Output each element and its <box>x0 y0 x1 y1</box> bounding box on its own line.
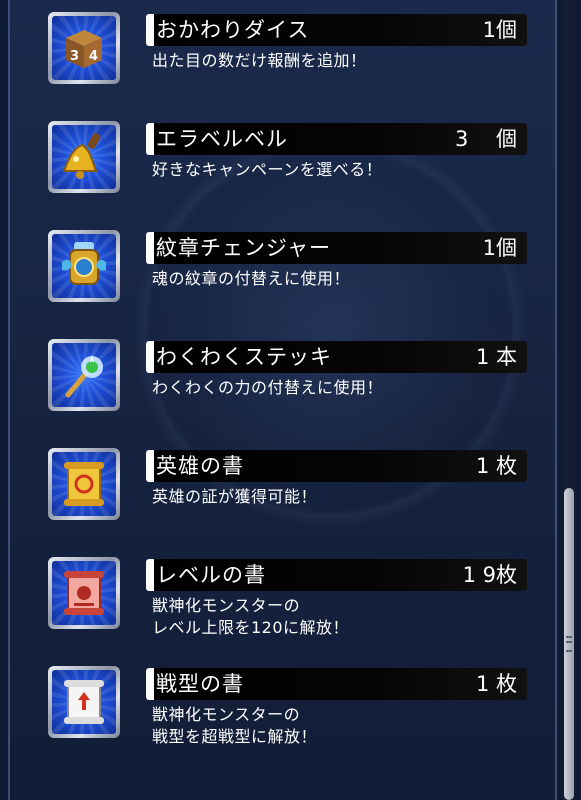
item-description: 出た目の数だけ報酬を追加！ <box>152 51 367 70</box>
wand-icon <box>52 343 116 407</box>
item-description: 英雄の証が獲得可能！ <box>152 487 318 506</box>
item-name-bar: 英雄の書 1 枚 <box>146 450 527 482</box>
item-icon-frame <box>48 448 120 520</box>
scrollbar-thumb[interactable] <box>564 488 574 800</box>
item-description: わくわくの力の付替えに使用！ <box>152 378 384 397</box>
item-description: 獣神化モンスターの レベル上限を120に解放！ <box>152 596 350 637</box>
item-count: 1 枚 <box>475 454 517 478</box>
bell-icon <box>52 125 116 189</box>
list-item-eiyuu-no-sho[interactable]: 英雄の書 1 枚 英雄の証が獲得可能！ <box>48 448 528 538</box>
item-description: 魂の紋章の付替えに使用！ <box>152 269 351 288</box>
list-item-erabel-bell[interactable]: エラベルベル 3 個 好きなキャンペーンを選べる！ <box>48 121 528 211</box>
list-item-okawari-dice[interactable]: 3 4 おかわりダイス 1個 出た目の数だけ報酬を追加！ <box>48 12 528 102</box>
list-item-level-no-sho[interactable]: レベルの書 1 9枚 獣神化モンスターの レベル上限を120に解放！ <box>48 557 528 647</box>
item-description: 獣神化モンスターの 戦型を超戦型に解放！ <box>152 705 318 746</box>
item-name-bar: わくわくステッキ 1 本 <box>146 341 527 373</box>
item-icon-frame: 3 4 <box>48 12 120 84</box>
red-scroll-icon <box>52 561 116 625</box>
item-name: レベルの書 <box>156 563 266 587</box>
item-name: 戦型の書 <box>156 672 244 696</box>
item-name: わくわくステッキ <box>156 345 332 369</box>
item-icon-frame <box>48 339 120 411</box>
gold-scroll-icon <box>52 452 116 516</box>
scrollbar-grip-icon <box>566 636 572 652</box>
item-icon-frame <box>48 230 120 302</box>
item-name-bar: レベルの書 1 9枚 <box>146 559 527 591</box>
item-description: 好きなキャンペーンを選べる！ <box>152 160 383 179</box>
emblem-changer-icon <box>52 234 116 298</box>
item-count: 1 枚 <box>475 672 517 696</box>
item-count: 1 本 <box>475 345 517 369</box>
item-count: 1個 <box>482 236 517 260</box>
svg-text:3: 3 <box>70 49 79 64</box>
item-count: 1個 <box>482 18 517 42</box>
dice-icon: 3 4 <box>52 16 116 80</box>
item-count: 1 9枚 <box>462 563 517 587</box>
item-name: 英雄の書 <box>156 454 244 478</box>
item-name: 紋章チェンジャー <box>156 236 331 260</box>
item-name-bar: 紋章チェンジャー 1個 <box>146 232 527 264</box>
item-name: おかわりダイス <box>156 18 310 42</box>
item-list-panel: 3 4 おかわりダイス 1個 出た目の数だけ報酬を追加！ エラベルベル 3 個 … <box>8 0 557 800</box>
white-scroll-icon <box>52 670 116 734</box>
item-name: エラベルベル <box>156 127 288 151</box>
item-icon-frame <box>48 557 120 629</box>
item-icon-frame <box>48 666 120 738</box>
item-name-bar: おかわりダイス 1個 <box>146 14 527 46</box>
list-item-sengata-no-sho[interactable]: 戦型の書 1 枚 獣神化モンスターの 戦型を超戦型に解放！ <box>48 666 528 756</box>
item-count: 3 個 <box>454 127 517 151</box>
item-name-bar: 戦型の書 1 枚 <box>146 668 527 700</box>
list-item-wakuwaku-stick[interactable]: わくわくステッキ 1 本 わくわくの力の付替えに使用！ <box>48 339 528 429</box>
svg-text:4: 4 <box>89 49 98 64</box>
item-icon-frame <box>48 121 120 193</box>
item-name-bar: エラベルベル 3 個 <box>146 123 527 155</box>
list-item-emblem-changer[interactable]: 紋章チェンジャー 1個 魂の紋章の付替えに使用！ <box>48 230 528 320</box>
